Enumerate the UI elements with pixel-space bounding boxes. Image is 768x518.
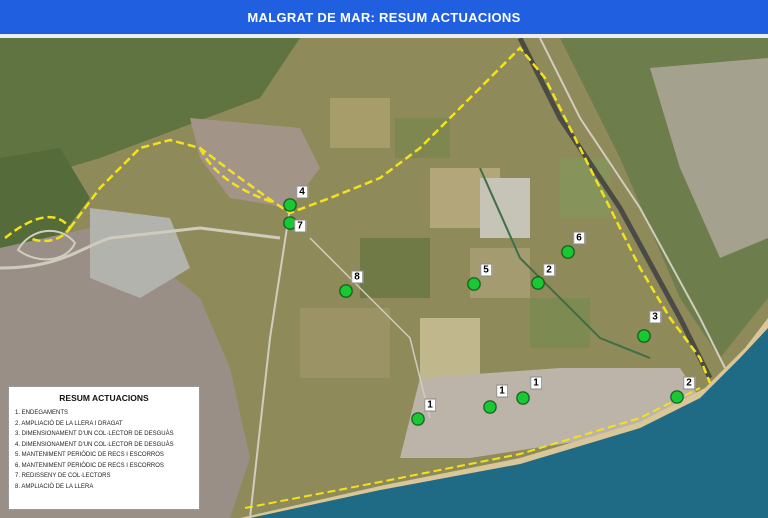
legend-panel: RESUM ACTUACIONS 1. ENDEGAMENTS 2. AMPLI… <box>8 386 200 510</box>
marker-1-west[interactable] <box>411 412 425 426</box>
legend-item: 3. DIMENSIONAMENT D'UN COL·LECTOR DE DES… <box>15 431 174 437</box>
marker-4[interactable] <box>283 198 297 212</box>
legend-item: 6. MANTENIMENT PERIÒDIC DE RECS I ESCORR… <box>15 462 164 469</box>
page-title: MALGRAT DE MAR: RESUM ACTUACIONS <box>247 9 521 25</box>
legend-item: 4. DIMENSIONAMENT D'UN COL·LECTOR DE DES… <box>15 441 174 448</box>
marker-label-2-south: 2 <box>683 376 695 390</box>
marker-2-north[interactable] <box>531 276 545 290</box>
marker-label-7: 7 <box>294 219 306 233</box>
marker-3[interactable] <box>637 329 651 343</box>
marker-label-5: 5 <box>480 263 492 277</box>
marker-label-2-north: 2 <box>543 263 555 277</box>
marker-label-1-west: 1 <box>424 398 436 412</box>
marker-5[interactable] <box>467 277 481 291</box>
marker-2-south[interactable] <box>670 390 684 404</box>
marker-label-6: 6 <box>573 231 585 245</box>
legend-item: 2. AMPLIACIÓ DE LA LLERA I DRAGAT <box>15 420 123 427</box>
title-bar: MALGRAT DE MAR: RESUM ACTUACIONS <box>0 0 768 38</box>
legend-item: 7. REDISSENY DE COL·LECTORS <box>15 473 111 479</box>
marker-6[interactable] <box>561 245 575 259</box>
legend-item: 1. ENDEGAMENTS <box>15 410 69 416</box>
marker-label-8: 8 <box>351 270 363 284</box>
marker-label-4: 4 <box>296 185 308 199</box>
marker-1-east[interactable] <box>516 391 530 405</box>
marker-8[interactable] <box>339 284 353 298</box>
marker-label-1-middle: 1 <box>496 384 508 398</box>
marker-label-3: 3 <box>649 310 661 324</box>
legend-item: 5. MANTENIMENT PERIÒDIC DE RECS I ESCORR… <box>15 452 164 458</box>
marker-label-1-east: 1 <box>530 376 542 390</box>
legend-title: RESUM ACTUACIONS <box>59 393 149 403</box>
legend-item: 8. AMPLIACIÓ DE LA LLERA <box>15 483 94 490</box>
marker-1-middle[interactable] <box>483 400 497 414</box>
